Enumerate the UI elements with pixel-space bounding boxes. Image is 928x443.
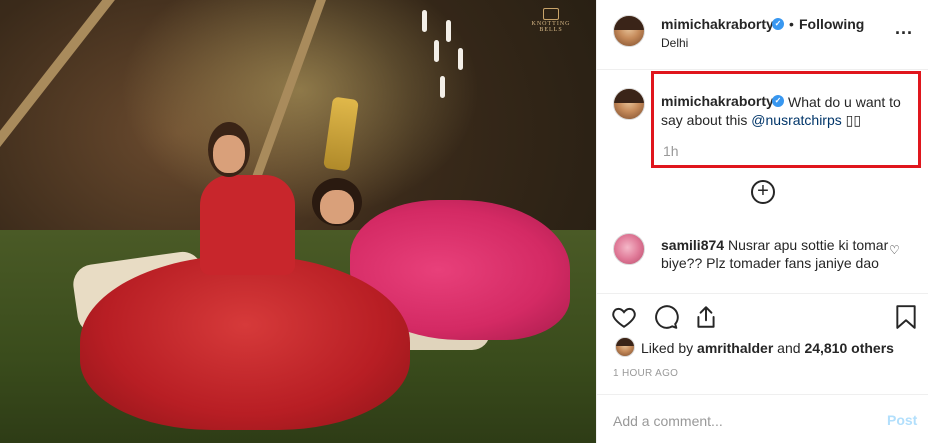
post-photo[interactable]: KNOTTING BELLS xyxy=(0,0,596,443)
likes-conjunction: and xyxy=(773,340,805,356)
caption-avatar[interactable] xyxy=(613,88,645,120)
likes-count[interactable]: 24,810 others xyxy=(804,340,894,356)
share-icon[interactable] xyxy=(693,304,719,330)
person-face xyxy=(320,190,354,224)
author-avatar[interactable] xyxy=(613,15,645,47)
liker-avatar[interactable] xyxy=(615,337,635,357)
likes-text: Liked by amrithalder and 24,810 others xyxy=(641,340,894,356)
watermark-logo: KNOTTING BELLS xyxy=(520,8,582,33)
load-more-comments-button[interactable]: + xyxy=(751,180,775,204)
red-blouse xyxy=(200,175,295,275)
author-username[interactable]: mimichakraborty xyxy=(661,16,774,32)
caption-time: 1h xyxy=(663,143,679,159)
commenter-avatar[interactable] xyxy=(613,233,645,265)
watermark-text: KNOTTING BELLS xyxy=(531,21,571,33)
caption-text: What do u want to say about this @nusrat… xyxy=(661,93,917,129)
comment-like-icon[interactable]: ♡ xyxy=(889,243,900,257)
dreamcatcher xyxy=(418,0,478,100)
liker-username[interactable]: amrithalder xyxy=(697,340,773,356)
post-header: mimichakraborty ✓ • Following Delhi ... xyxy=(597,0,928,70)
person-face xyxy=(213,135,245,173)
separator-dot: • xyxy=(789,16,794,32)
mention-link[interactable]: @nusratchirps xyxy=(751,112,841,128)
watermark-badge-icon xyxy=(543,8,559,20)
post-timestamp: 1 HOUR AGO xyxy=(613,368,679,379)
post-location[interactable]: Delhi xyxy=(661,36,688,50)
bookmark-icon[interactable] xyxy=(893,304,919,330)
likes-prefix: Liked by xyxy=(641,340,698,356)
caption-emoji: ▯▯ xyxy=(841,112,862,128)
swing-pole-left xyxy=(0,0,118,233)
add-comment-section: Post xyxy=(597,394,928,443)
comment-icon[interactable] xyxy=(653,304,679,330)
post-comment-button[interactable]: Post xyxy=(887,412,917,428)
red-lehenga xyxy=(80,255,410,430)
comment-input[interactable] xyxy=(613,412,853,430)
following-button[interactable]: Following xyxy=(799,16,864,32)
commenter-username[interactable]: samili874 xyxy=(661,237,724,253)
verified-badge-icon: ✓ xyxy=(772,18,784,30)
more-options-icon[interactable]: ... xyxy=(895,18,913,39)
comment-text: samili874 Nusrar apu sottie ki tomar biy… xyxy=(661,236,891,272)
post-sidebar: mimichakraborty ✓ • Following Delhi ... … xyxy=(596,0,928,443)
heart-icon[interactable] xyxy=(611,304,637,330)
post-actions xyxy=(597,293,928,339)
